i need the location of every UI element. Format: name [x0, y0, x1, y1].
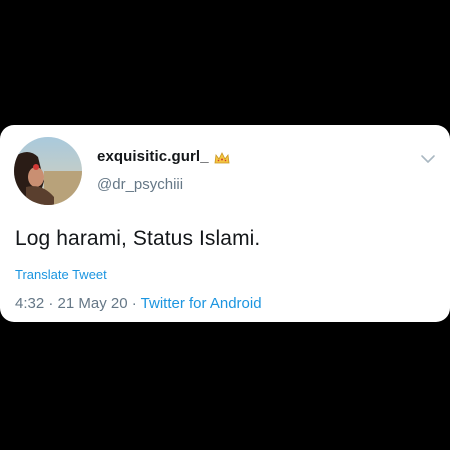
tweet-card: exquisitic.gurl_ @dr_psychiii Log harami… [0, 125, 450, 322]
meta-separator: · [131, 295, 137, 312]
translate-tweet-link[interactable]: Translate Tweet [15, 267, 107, 282]
display-name: exquisitic.gurl_ [97, 148, 209, 165]
tweet-date: 21 May 20 [57, 295, 128, 312]
tweet-text: Log harami, Status Islami. [15, 227, 261, 250]
tweet-meta: 4:32 · 21 May 20 · Twitter for Android [15, 295, 262, 312]
avatar[interactable] [14, 137, 82, 205]
profile-photo-icon [14, 137, 82, 205]
tweet-time: 4:32 [15, 295, 45, 312]
chevron-down-icon[interactable] [420, 151, 436, 163]
user-handle[interactable]: @dr_psychiii [97, 176, 183, 193]
meta-separator: · [48, 295, 54, 312]
tweet-source-link[interactable]: Twitter for Android [141, 295, 262, 312]
display-name-row[interactable]: exquisitic.gurl_ [97, 148, 230, 165]
crown-icon [214, 151, 230, 163]
